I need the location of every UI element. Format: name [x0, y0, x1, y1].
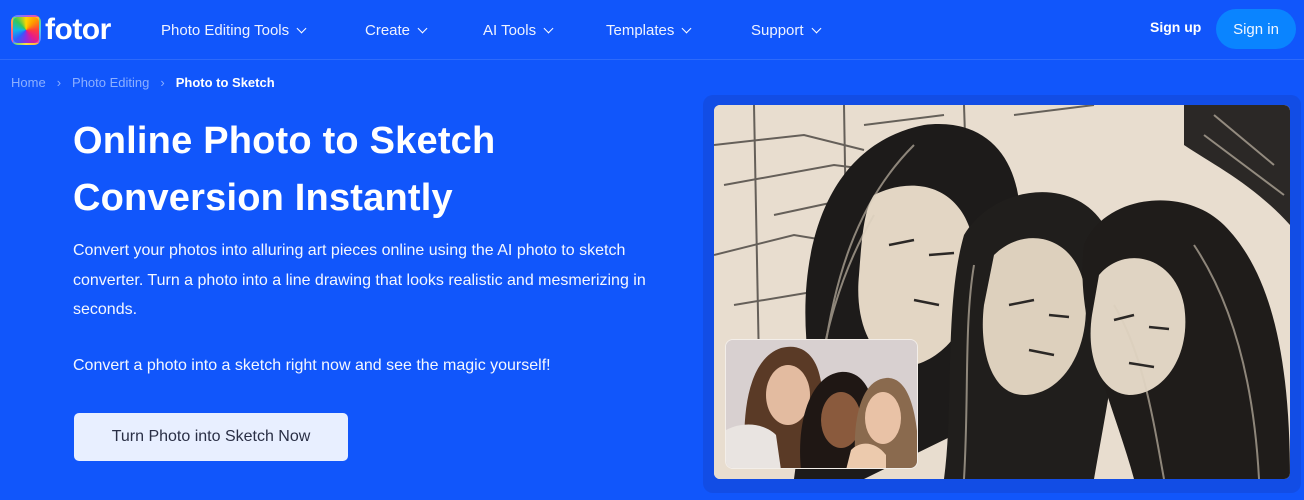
original-photo-thumbnail	[725, 339, 918, 469]
page-title: Online Photo to Sketch Conversion Instan…	[73, 113, 633, 227]
turn-photo-into-sketch-button[interactable]: Turn Photo into Sketch Now	[74, 413, 348, 461]
chevron-down-icon	[543, 23, 554, 33]
top-nav-bar: fotor Photo Editing Tools Create AI Tool…	[0, 0, 1304, 60]
chevron-down-icon	[296, 23, 307, 33]
chevron-down-icon	[417, 23, 428, 33]
sign-in-button[interactable]: Sign in	[1216, 9, 1296, 49]
breadcrumb-home[interactable]: Home	[11, 75, 46, 90]
chevron-right-icon: ›	[56, 75, 62, 90]
fotor-logo[interactable]: fotor	[11, 13, 111, 47]
nav-ai-tools[interactable]: AI Tools	[483, 0, 554, 60]
chevron-right-icon: ›	[160, 75, 165, 90]
breadcrumb-current-page: Photo to Sketch	[175, 75, 275, 90]
nav-label: Create	[365, 21, 411, 39]
sign-up-link[interactable]: Sign up	[1150, 19, 1201, 35]
breadcrumb-photo-editing[interactable]: Photo Editing	[72, 75, 149, 90]
nav-label: Support	[751, 21, 804, 39]
nav-label: AI Tools	[483, 21, 537, 39]
fotor-rainbow-logo-icon	[11, 15, 41, 45]
breadcrumb: Home › Photo Editing › Photo to Sketch	[11, 75, 275, 90]
nav-photo-editing-tools[interactable]: Photo Editing Tools	[161, 0, 307, 60]
hero-call-to-action-text: Convert a photo into a sketch right now …	[73, 357, 551, 374]
title-line-1: Online Photo to Sketch	[73, 120, 496, 162]
nav-support[interactable]: Support	[751, 0, 821, 60]
title-line-2: Conversion Instantly	[73, 177, 453, 219]
nav-label: Templates	[606, 21, 675, 39]
logo-text: fotor	[45, 13, 111, 46]
nav-templates[interactable]: Templates	[606, 0, 692, 60]
nav-label: Photo Editing Tools	[161, 21, 290, 39]
nav-create[interactable]: Create	[365, 0, 428, 60]
hero-description: Convert your photos into alluring art pi…	[73, 242, 646, 318]
chevron-down-icon	[811, 23, 821, 33]
chevron-down-icon	[681, 23, 692, 33]
